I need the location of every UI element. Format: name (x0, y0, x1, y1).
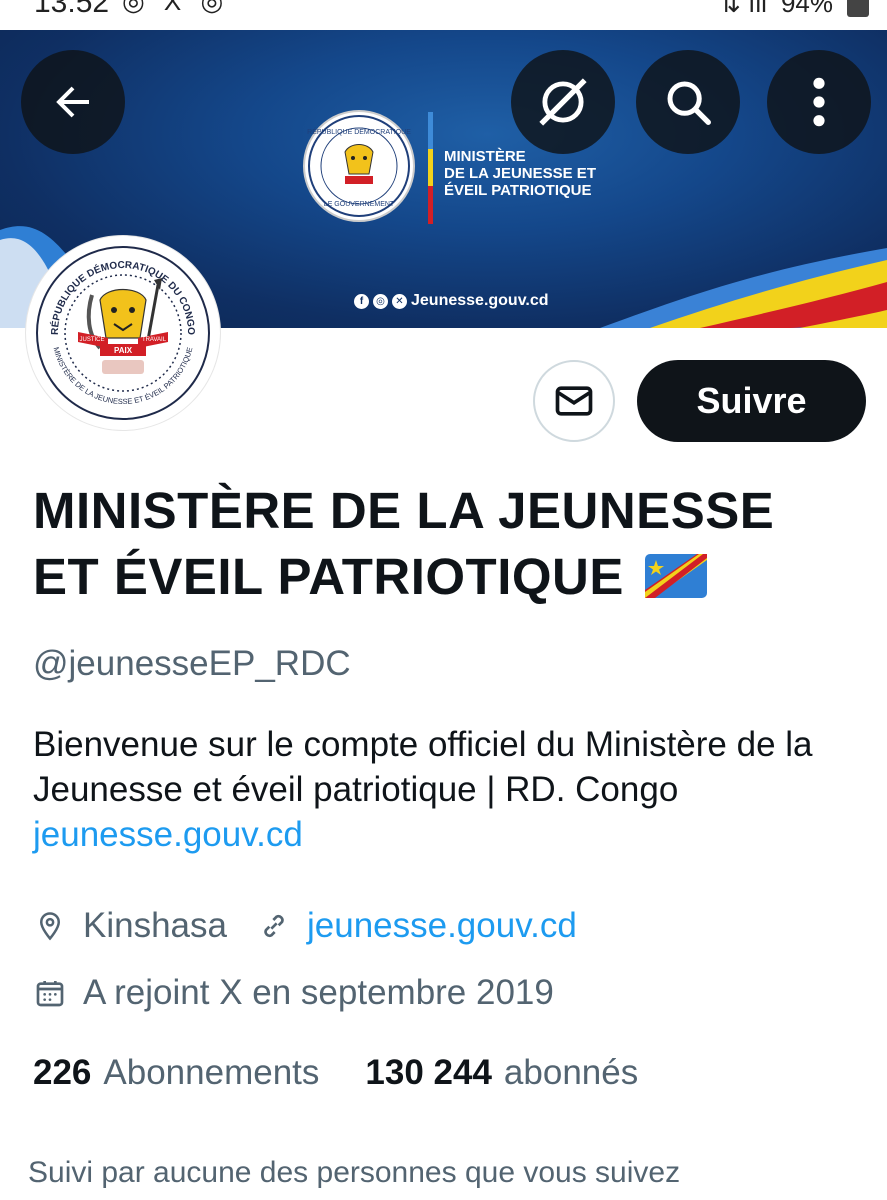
following-label: Abonnements (103, 1053, 320, 1092)
more-button[interactable] (767, 50, 871, 154)
bio-link[interactable]: jeunesse.gouv.cd (33, 812, 873, 857)
instagram-icon: ◎ (373, 293, 388, 309)
svg-text:RÉPUBLIQUE DÉMOCRATIQUE: RÉPUBLIQUE DÉMOCRATIQUE (307, 127, 411, 136)
x-icon: ✕ (392, 293, 407, 309)
profile-name: MINISTÈRE DE LA JEUNESSE ET ÉVEIL PATRIO… (33, 478, 853, 614)
profile-meta-location: Kinshasa jeunesse.gouv.cd (33, 906, 577, 946)
drc-flag-icon (644, 548, 707, 614)
search-icon (667, 81, 711, 125)
slash-circle-icon (539, 78, 587, 126)
followers-label: abonnés (503, 1053, 639, 1092)
profile-stats: 226 Abonnements 130 244 abonnés (33, 1053, 638, 1093)
grok-button[interactable] (511, 50, 615, 154)
link-icon (257, 909, 291, 943)
envelope-icon (555, 386, 593, 416)
location-text: Kinshasa (83, 906, 227, 945)
profile-bio: Bienvenue sur le compte officiel du Mini… (33, 722, 873, 857)
banner-website-text: Jeunesse.gouv.cd (411, 292, 549, 309)
following-count: 226 (33, 1053, 92, 1092)
message-button[interactable] (533, 360, 615, 442)
svg-text:LE GOUVERNEMENT: LE GOUVERNEMENT (324, 201, 395, 208)
signal-icon: ⇅ ıll (719, 0, 767, 18)
back-button[interactable] (21, 50, 125, 154)
location-pin-icon (33, 909, 67, 943)
profile-bio-text: Bienvenue sur le compte officiel du Mini… (33, 725, 813, 809)
status-time: 13:52 (34, 0, 110, 19)
battery-icon (847, 0, 869, 17)
svg-text:TRAVAIL: TRAVAIL (142, 337, 167, 343)
more-vertical-icon (813, 77, 825, 127)
banner-website: f ◎ ✕ Jeunesse.gouv.cd (354, 292, 549, 310)
search-button[interactable] (636, 50, 740, 154)
profile-meta-joined: A rejoint X en septembre 2019 (33, 973, 554, 1013)
website-link[interactable]: jeunesse.gouv.cd (307, 906, 577, 946)
status-app-icons: ◎ X ◎ (122, 0, 230, 16)
banner-divider (428, 112, 433, 224)
followers-count: 130 244 (365, 1053, 492, 1092)
banner-seal-logo: RÉPUBLIQUE DÉMOCRATIQUE LE GOUVERNEMENT (303, 110, 415, 222)
status-bar: 13:52 ◎ X ◎ ⇅ ıll 94% (0, 0, 887, 30)
profile-avatar[interactable]: RÉPUBLIQUE DÉMOCRATIQUE DU CONGO MINISTÈ… (26, 236, 220, 430)
svg-text:PAIX: PAIX (114, 346, 133, 355)
banner-title-line2: DE LA JEUNESSE ET (444, 165, 596, 182)
follow-button[interactable]: Suivre (637, 360, 866, 442)
banner-ministry-title: MINISTÈRE DE LA JEUNESSE ET ÉVEIL PATRIO… (444, 148, 614, 199)
joined-text: A rejoint X en septembre 2019 (83, 973, 554, 1012)
battery-level: 94% (780, 0, 833, 18)
calendar-icon (33, 976, 67, 1010)
ministry-seal-logo: RÉPUBLIQUE DÉMOCRATIQUE DU CONGO MINISTÈ… (36, 246, 210, 420)
svg-text:JUSTICE: JUSTICE (79, 337, 104, 343)
followed-by-text: Suivi par aucune des personnes que vous … (28, 1156, 681, 1189)
following-stat[interactable]: 226 Abonnements (33, 1053, 319, 1093)
profile-handle: @jeunesseEP_RDC (33, 644, 351, 683)
banner-title-line1: MINISTÈRE (444, 148, 526, 165)
arrow-left-icon (56, 86, 89, 118)
banner-title-line3: ÉVEIL PATRIOTIQUE (444, 182, 592, 199)
facebook-icon: f (354, 293, 369, 309)
followers-stat[interactable]: 130 244 abonnés (365, 1053, 638, 1093)
status-right: ⇅ ıll 94% (719, 0, 869, 19)
